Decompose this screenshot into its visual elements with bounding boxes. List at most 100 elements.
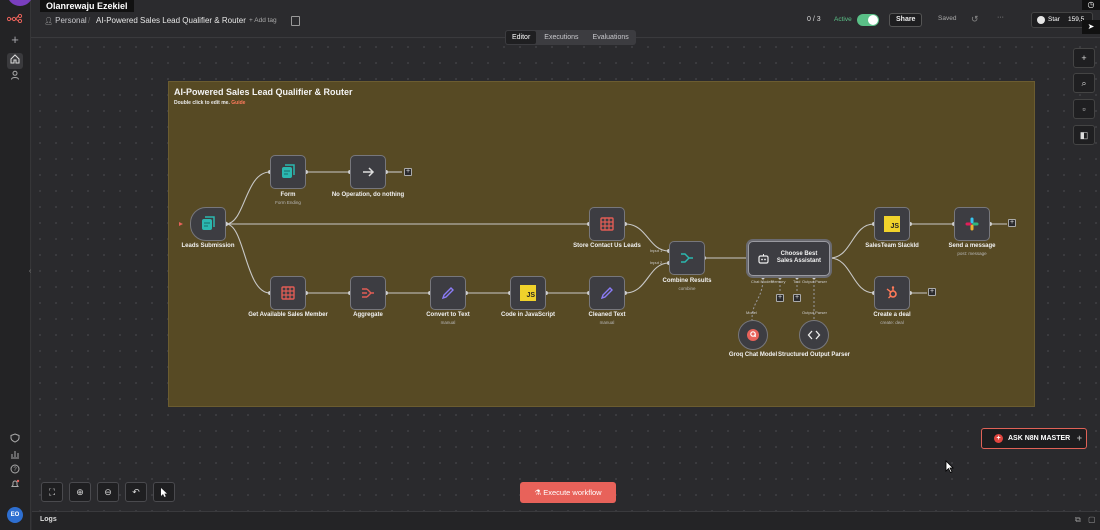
node-label: Create a deal	[873, 312, 911, 318]
panel-toggle-icon[interactable]: ◧	[1073, 125, 1095, 145]
workflow-counter: 0 / 3	[807, 16, 821, 23]
logs-label: Logs	[40, 516, 57, 523]
pencil-icon	[600, 287, 613, 300]
combine-input-1: Input 1	[650, 248, 663, 253]
view-tabs: Editor Executions Evaluations	[505, 30, 636, 45]
fit-view-icon[interactable]: ⛶	[41, 482, 63, 502]
slack-icon	[965, 217, 979, 231]
add-tag-link[interactable]: + Add tag	[249, 17, 277, 24]
add-memory-plus-icon[interactable]: +	[776, 294, 784, 302]
table-icon	[600, 217, 614, 231]
sticky-note-icon[interactable]: ▫	[1073, 99, 1095, 119]
tidy-up-icon[interactable]	[153, 482, 175, 502]
bell-icon[interactable]	[7, 478, 23, 494]
n8n-app: + ‹ ? EO Olanrewaju Ezekiel 👤︎ Personal …	[0, 0, 1100, 530]
node-aggregate[interactable]	[350, 276, 386, 310]
node-send-message[interactable]	[954, 207, 990, 241]
node-sublabel: combine	[678, 286, 696, 291]
node-label: Structured Output Parser	[777, 352, 850, 358]
add-node-plus-icon[interactable]: +	[928, 288, 936, 296]
agent-port-tool: Tool	[793, 279, 801, 284]
node-label: Form	[280, 192, 296, 198]
node-sublabel: manual	[440, 320, 456, 325]
node-label: Convert to Text	[426, 312, 470, 318]
send-icon[interactable]: ➤	[1082, 20, 1100, 34]
node-groq-chat-model[interactable]	[738, 320, 768, 350]
logs-bar[interactable]: Logs ⧉ ▢	[32, 511, 1100, 530]
history-icon[interactable]: ↺	[971, 14, 979, 25]
node-label: Leads Submission	[181, 243, 235, 249]
help-icon[interactable]: ?	[7, 463, 23, 479]
tab-editor[interactable]: Editor	[506, 31, 537, 44]
project-name: Personal	[55, 16, 87, 25]
github-icon	[1037, 16, 1045, 24]
star-label: Star	[1048, 16, 1060, 23]
sticky-subtitle-text: Double click to edit me.	[174, 100, 230, 106]
node-form[interactable]	[270, 155, 306, 189]
undo-icon[interactable]: ↶	[125, 482, 147, 502]
home-icon[interactable]	[7, 53, 23, 69]
node-salesteam-slackid[interactable]: JS	[874, 207, 910, 241]
node-get-sales-member[interactable]	[270, 276, 306, 310]
agent-port-chat-model: Chat Model*	[751, 279, 774, 284]
sticky-title: AI-Powered Sales Lead Qualifier & Router	[174, 87, 353, 97]
zoom-out-icon[interactable]: ⊖	[97, 482, 119, 502]
execute-label: Execute workflow	[543, 488, 602, 497]
groq-port-label: Model	[746, 310, 757, 315]
add-node-icon[interactable]: +	[1073, 48, 1095, 68]
pencil-icon	[441, 287, 454, 300]
more-menu-icon[interactable]: ···	[997, 14, 1004, 21]
form-trigger-icon	[202, 216, 215, 230]
node-leads-submission[interactable]	[190, 207, 226, 241]
table-icon	[281, 286, 295, 300]
workflow-title[interactable]: AI-Powered Sales Lead Qualifier & Router	[96, 16, 246, 25]
project-breadcrumb[interactable]: 👤︎ Personal	[44, 16, 87, 25]
node-convert-text[interactable]	[430, 276, 466, 310]
user-name-label: Olanrewaju Ezekiel	[40, 0, 134, 12]
archive-icon[interactable]	[291, 16, 300, 26]
insights-icon[interactable]	[7, 448, 23, 464]
node-store-contact[interactable]	[589, 207, 625, 241]
node-label: No Operation, do nothing	[331, 192, 405, 198]
node-sublabel: create: deal	[880, 320, 904, 325]
merge-icon	[681, 253, 693, 263]
user-icon[interactable]	[7, 69, 23, 85]
clock-icon[interactable]: ◷	[1082, 0, 1100, 10]
node-create-deal[interactable]	[874, 276, 910, 310]
execute-workflow-button[interactable]: ⚗︎ Execute workflow	[520, 482, 616, 503]
ask-n8n-master-button[interactable]: + ASK N8N MASTER +	[981, 428, 1087, 449]
agent-port-parser: Output Parser	[802, 279, 827, 284]
breadcrumb-separator: /	[88, 16, 91, 25]
add-tool-plus-icon[interactable]: +	[793, 294, 801, 302]
node-choose-sales-assistant[interactable]: Choose Best Sales Assistant	[748, 241, 830, 276]
logs-expand-icon[interactable]: ▢	[1088, 515, 1096, 524]
top-avatar[interactable]	[7, 0, 33, 6]
n8n-logo-icon[interactable]	[6, 12, 23, 28]
node-label: SalesTeam SlackId	[865, 243, 919, 249]
add-node-plus-icon[interactable]: +	[1008, 219, 1016, 227]
code-brackets-icon	[807, 330, 821, 340]
node-sublabel: manual	[599, 320, 615, 325]
node-cleaned-text[interactable]	[589, 276, 625, 310]
zoom-in-icon[interactable]: ⊕	[69, 482, 91, 502]
node-structured-parser[interactable]	[799, 320, 829, 350]
shield-icon[interactable]	[7, 432, 23, 448]
node-combine-results[interactable]	[669, 241, 705, 275]
node-code-js[interactable]: JS	[510, 276, 546, 310]
active-toggle[interactable]	[857, 14, 879, 26]
mouse-cursor-icon	[945, 460, 954, 473]
search-icon[interactable]: ⌕	[1073, 73, 1095, 93]
aggregate-icon	[362, 288, 374, 298]
expand-plus-icon[interactable]: +	[1077, 429, 1082, 448]
javascript-icon: JS	[884, 216, 900, 232]
add-node-plus-icon[interactable]: +	[404, 168, 412, 176]
guide-link[interactable]: Guide	[231, 100, 245, 106]
tab-evaluations[interactable]: Evaluations	[587, 31, 635, 44]
tab-executions[interactable]: Executions	[538, 31, 584, 44]
node-no-operation[interactable]	[350, 155, 386, 189]
share-button[interactable]: Share	[889, 13, 923, 27]
logs-popout-icon[interactable]: ⧉	[1075, 515, 1081, 525]
add-icon[interactable]: +	[7, 32, 23, 48]
user-avatar[interactable]: EO	[7, 507, 23, 523]
node-label: Get Available Sales Member	[248, 312, 328, 318]
